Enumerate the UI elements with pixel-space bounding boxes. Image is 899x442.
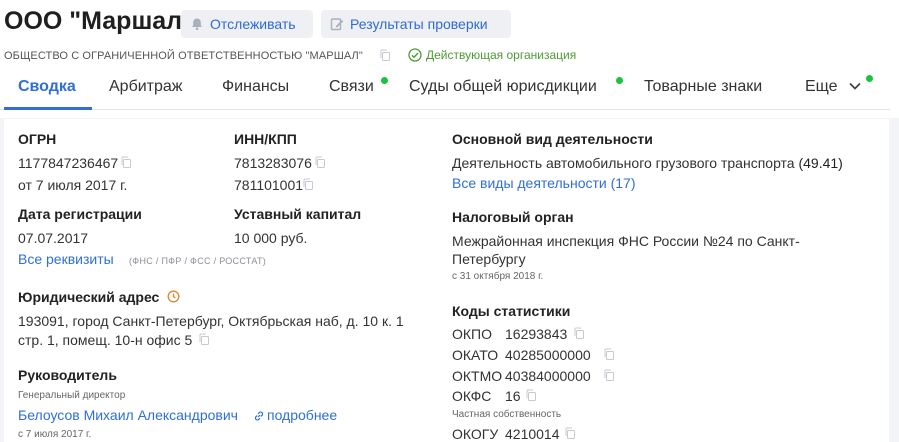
- tab-connections[interactable]: Связи: [329, 78, 374, 96]
- courts-indicator: [616, 77, 623, 84]
- main-activity-code: (49.41): [798, 155, 843, 171]
- check-results-button[interactable]: Результаты проверки: [321, 10, 511, 38]
- summary-card: ОГРН 1177847236467 от 7 июля 2017 г. ИНН…: [4, 119, 889, 442]
- ogrn-label: ОГРН: [18, 131, 57, 147]
- copy-icon[interactable]: [314, 156, 326, 174]
- code-oktmo-value: 40384000000: [505, 368, 591, 384]
- tab-bar: Сводка Арбитраж Финансы Связи Суды общей…: [0, 72, 890, 110]
- head-position: Генеральный директор: [18, 390, 126, 401]
- connections-indicator: [381, 77, 388, 84]
- company-full-name: ОБЩЕСТВО С ОГРАНИЧЕННОЙ ОТВЕТСТВЕННОСТЬЮ…: [4, 50, 363, 62]
- tax-authority-line2: Петербургу: [452, 251, 526, 267]
- tab-summary[interactable]: Сводка: [18, 78, 76, 96]
- kpp-value: 781101001: [234, 177, 304, 193]
- legal-address-line1: 193091, город Санкт-Петербург, Октябрьск…: [18, 313, 404, 329]
- code-okogu-value: 4210014: [505, 426, 560, 442]
- details-sources: (ФНС / ПФР / ФСС / РОССТАТ): [129, 256, 267, 266]
- all-activities-link[interactable]: Все виды деятельности (17): [452, 175, 636, 191]
- capital-label: Уставный капитал: [234, 206, 362, 222]
- inn-value: 7813283076: [234, 155, 312, 171]
- check-results-label: Результаты проверки: [350, 16, 488, 32]
- bell-icon: [192, 18, 202, 30]
- code-okfs-value: 16: [505, 388, 521, 404]
- legal-address-line2: стр. 1, помещ. 10-н офис 5: [18, 332, 193, 348]
- link-icon: [253, 409, 265, 427]
- head-since-date: с 7 июля 2017 г.: [18, 429, 92, 440]
- check-circle-icon: [408, 48, 422, 62]
- tab-arbitration[interactable]: Арбитраж: [109, 78, 183, 96]
- capital-value: 10 000 руб.: [234, 230, 308, 246]
- code-okpo-name: ОКПО: [452, 326, 492, 342]
- head-name-link[interactable]: Белоусов Михаил Александрович: [18, 407, 238, 423]
- active-tab-underline: [4, 107, 92, 110]
- tab-finances[interactable]: Финансы: [222, 78, 289, 96]
- tab-trademarks[interactable]: Товарные знаки: [644, 78, 762, 96]
- copy-icon[interactable]: [525, 389, 537, 407]
- company-title: ООО "Маршал": [4, 7, 194, 35]
- ogrn-date: от 7 июля 2017 г.: [18, 177, 128, 193]
- registration-date-label: Дата регистрации: [18, 206, 142, 222]
- code-okpo-value: 16293843: [505, 326, 568, 342]
- copy-icon[interactable]: [564, 427, 576, 442]
- legal-address-label: Юридический адрес: [18, 289, 160, 305]
- chevron-down-icon: [849, 82, 861, 90]
- code-okato-value: 40285000000: [505, 347, 591, 363]
- code-oktmo-name: ОКТМО: [452, 368, 503, 384]
- track-button[interactable]: Отслеживать: [181, 10, 313, 38]
- copy-icon[interactable]: [198, 333, 210, 351]
- tax-authority-line1: Межрайонная инспекция ФНС России №24 по …: [452, 233, 800, 249]
- copy-icon[interactable]: [120, 156, 132, 174]
- inn-kpp-label: ИНН/КПП: [234, 131, 297, 147]
- tab-more-label: Еще: [805, 78, 838, 95]
- head-more-link[interactable]: подробнее: [267, 407, 337, 423]
- okfs-note: Частная собственность: [452, 409, 562, 420]
- tax-authority-label: Налоговый орган: [452, 209, 574, 225]
- main-activity-value: Деятельность автомобильного грузового тр…: [452, 155, 843, 171]
- tax-authority-date: с 31 октября 2018 г.: [452, 271, 544, 282]
- copy-icon[interactable]: [603, 369, 615, 387]
- code-okato-name: ОКАТО: [452, 347, 499, 363]
- tab-more[interactable]: Еще: [805, 78, 862, 96]
- all-details-link[interactable]: Все реквизиты: [18, 251, 114, 267]
- company-header: ООО "Маршал" Отслеживать Результаты пров…: [0, 0, 899, 118]
- registration-date-value: 07.07.2017: [18, 230, 89, 246]
- status-badge: Действующая организация: [408, 48, 576, 62]
- code-okfs-name: ОКФС: [452, 388, 492, 404]
- copy-icon[interactable]: [302, 178, 314, 196]
- main-activity-label: Основной вид деятельности: [452, 131, 653, 147]
- edit-document-icon: [330, 18, 344, 31]
- history-clock-icon[interactable]: [167, 290, 180, 308]
- statistics-codes-label: Коды статистики: [452, 303, 571, 319]
- tab-general-courts[interactable]: Суды общей юрисдикции: [409, 78, 597, 96]
- track-button-label: Отслеживать: [210, 16, 296, 32]
- copy-icon[interactable]: [603, 348, 615, 366]
- more-indicator: [866, 75, 873, 82]
- copy-icon[interactable]: [379, 49, 391, 67]
- copy-icon[interactable]: [573, 327, 585, 345]
- status-text: Действующая организация: [426, 48, 577, 62]
- code-okogu-name: ОКОГУ: [452, 426, 499, 442]
- main-activity-text: Деятельность автомобильного грузового тр…: [452, 155, 795, 171]
- ogrn-value: 1177847236467: [18, 155, 119, 171]
- head-label: Руководитель: [18, 367, 117, 383]
